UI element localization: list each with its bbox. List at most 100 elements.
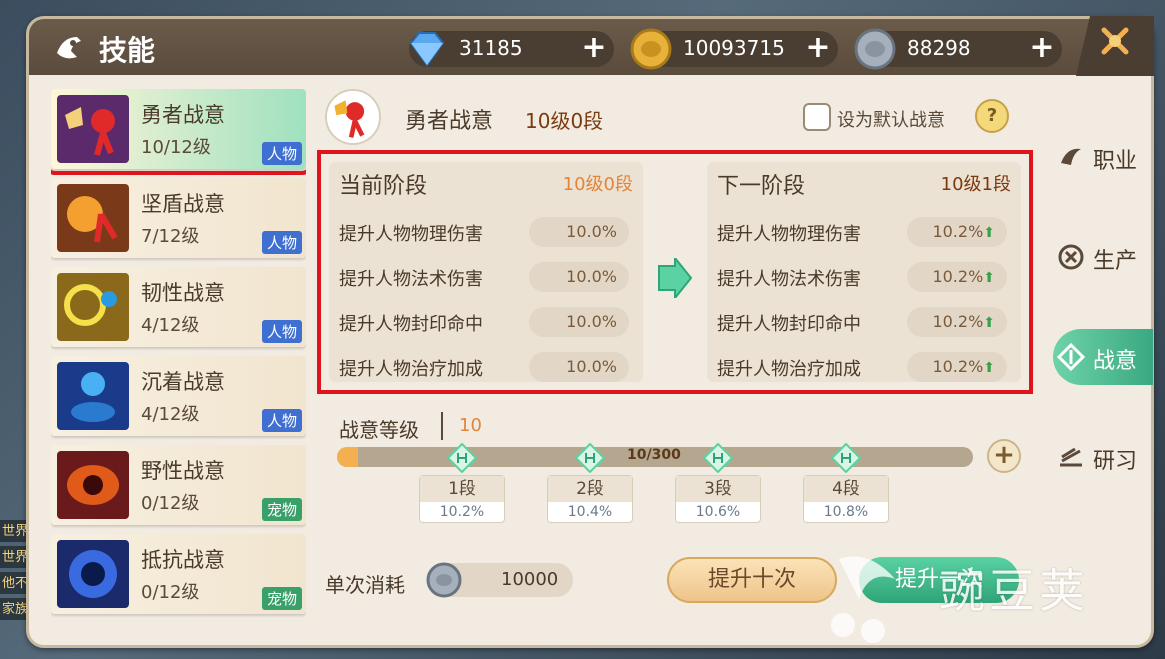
next-stage-panel: 下一阶段 10级1段 提升人物物理伤害 10.2%⬆ 提升人物法术伤害 10.2… [707,162,1021,382]
skill-name: 勇者战意 [141,103,225,127]
diamond-value: 31185 [459,36,523,60]
skill-item[interactable]: 野性战意 0/12级 宠物 [51,445,306,525]
arrow-up-icon: ⬆ [983,360,995,376]
tab-war-spirit[interactable]: 战意 [1053,329,1153,385]
skill-list[interactable]: 勇者战意 10/12级 人物 坚盾战意 7/12级 人物 韧性战意 4/12级 … [51,89,306,629]
stat-row: 提升人物法术伤害 10.0% [339,259,633,295]
add-war-level-button[interactable]: + [987,439,1021,473]
window-title: 技能 [99,34,156,67]
tab-study[interactable]: 研习 [1053,429,1153,485]
default-checkbox-label[interactable]: 设为默认战意 [837,106,945,132]
diamond-icon [409,32,445,67]
gold-currency: 10093715 + [630,28,838,70]
arrow-right-icon [658,258,693,298]
hero-avatar [325,89,381,145]
next-stage-title: 下一阶段 [717,174,806,199]
segment-value: 10.8% [823,504,869,520]
stat-value-text: 10.2% [932,312,984,331]
gold-value: 10093715 [683,36,785,60]
stat-value-text: 10.2% [932,222,984,241]
segment-value: 10.4% [567,504,613,520]
arrow-up-icon: ⬆ [983,225,995,241]
skill-item[interactable]: 韧性战意 4/12级 人物 [51,267,306,347]
stat-label: 提升人物封印命中 [717,314,861,335]
stat-value-text: 10.2% [932,357,984,376]
cost-pill: 10000 [426,562,573,598]
stat-label: 提升人物法术伤害 [339,269,483,290]
tab-label: 生产 [1093,249,1138,274]
add-gold-button[interactable]: + [804,33,832,63]
stat-label: 提升人物法术伤害 [717,269,861,290]
default-checkbox[interactable] [803,103,831,131]
gold-coin-icon [630,28,672,70]
diamond-currency: 31185 + [409,31,614,67]
next-stage-level: 10级1段 [940,174,1011,195]
war-spirit-icon [1057,343,1085,371]
segment-marker-icon [447,443,477,473]
segment-value: 10.6% [695,504,741,520]
tab-profession[interactable]: 职业 [1053,129,1153,185]
skill-name: 野性战意 [141,459,225,483]
skill-item[interactable]: 坚盾战意 7/12级 人物 [51,178,306,258]
stat-row: 提升人物法术伤害 10.2%⬆ [717,259,1011,295]
war-level-progress-fill [337,447,358,467]
skill-tag: 人物 [261,320,302,343]
wild-spirit-icon [57,451,129,519]
stat-label: 提升人物物理伤害 [339,224,483,245]
war-level-label: 战意等级 [339,418,419,442]
calm-spirit-icon [57,362,129,430]
stat-label: 提升人物治疗加成 [717,359,861,380]
stat-value: 10.0% [529,352,629,382]
stat-value: 10.0% [529,262,629,292]
bean-logo-icon [831,556,895,643]
current-stage-panel: 当前阶段 10级0段 提升人物物理伤害 10.0% 提升人物法术伤害 10.0%… [329,162,643,382]
title-bar: 技能 31185 + 10093715 + 88298 + [29,16,1154,76]
skill-level: 7/12级 [141,226,200,247]
skill-name: 坚盾战意 [141,192,225,216]
segment-value: 10.2% [439,504,485,520]
segment-name: 3段 [676,476,760,502]
cost-value: 10000 [501,569,559,590]
skill-name: 韧性战意 [141,281,225,305]
stat-label: 提升人物封印命中 [339,314,483,335]
skill-tag: 宠物 [261,498,302,521]
stat-row: 提升人物封印命中 10.2%⬆ [717,304,1011,340]
stat-row: 提升人物治疗加成 10.0% [339,349,633,385]
stat-value: 10.2%⬆ [907,262,1007,292]
segment-card[interactable]: 4段 10.8% [803,475,889,523]
silver-value: 88298 [907,36,971,60]
close-icon[interactable] [1076,16,1154,76]
segment-name: 1段 [420,476,504,502]
segment-card[interactable]: 2段 10.4% [547,475,633,523]
skill-level: 4/12级 [141,404,200,425]
stat-value: 10.0% [529,307,629,337]
cost-label: 单次消耗 [325,573,405,597]
skill-item[interactable]: 勇者战意 10/12级 人物 [51,89,306,175]
help-button[interactable]: ? [975,99,1009,133]
segment-card[interactable]: 1段 10.2% [419,475,505,523]
watermark-text: 豌豆荚 [939,564,1089,618]
add-silver-button[interactable]: + [1028,33,1056,63]
stat-row: 提升人物物理伤害 10.0% [339,214,633,250]
war-level-progress-text: 10/300 [627,447,681,463]
tab-label: 战意 [1093,349,1138,374]
segment-card[interactable]: 3段 10.6% [675,475,761,523]
stat-value: 10.0% [529,217,629,247]
tab-production[interactable]: 生产 [1053,229,1153,285]
skill-window: 技能 31185 + 10093715 + 88298 + 勇者战意 10/12… [26,16,1154,648]
shield-spirit-icon [57,184,129,252]
skill-item[interactable]: 抵抗战意 0/12级 宠物 [51,534,306,614]
segment-name: 2段 [548,476,632,502]
brave-spirit-icon [57,95,129,163]
silver-coin-icon [426,562,462,598]
add-diamond-button[interactable]: + [580,33,608,63]
stat-label: 提升人物物理伤害 [717,224,861,245]
skill-item[interactable]: 沉着战意 4/12级 人物 [51,356,306,436]
skill-tag: 人物 [261,409,302,432]
skill-book-icon [57,37,81,59]
stat-row: 提升人物封印命中 10.0% [339,304,633,340]
stage-compare: 当前阶段 10级0段 提升人物物理伤害 10.0% 提升人物法术伤害 10.0%… [317,150,1033,394]
arrow-up-icon: ⬆ [983,315,995,331]
skill-name: 抵抗战意 [141,548,225,572]
stat-row: 提升人物物理伤害 10.2%⬆ [717,214,1011,250]
